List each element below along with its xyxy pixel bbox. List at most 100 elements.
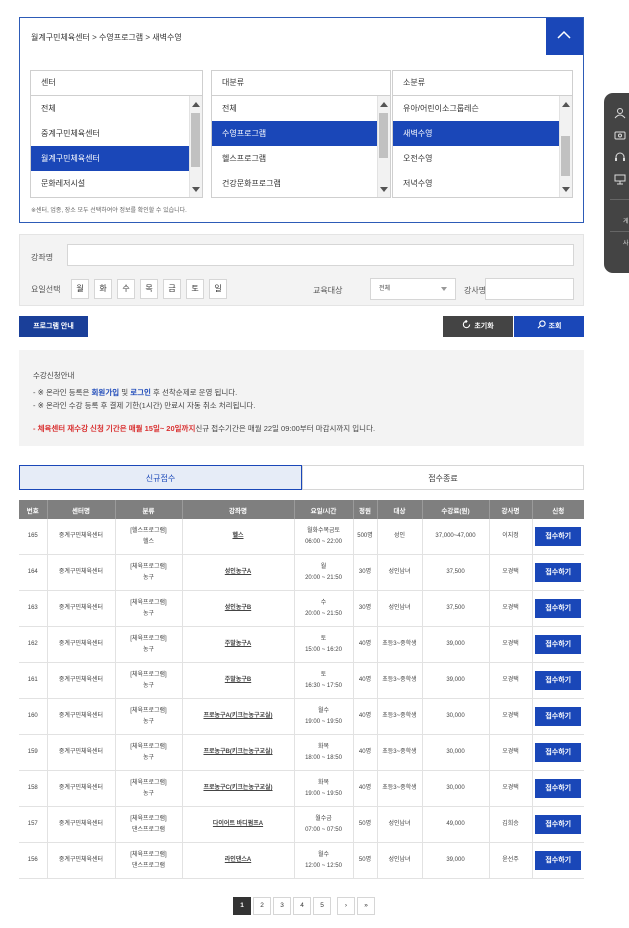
- course-name-input[interactable]: [67, 244, 574, 266]
- cell-schedule: 화목 19:00 ~ 19:50: [294, 770, 354, 807]
- scroll-up-icon[interactable]: [380, 102, 388, 107]
- course-name-link[interactable]: 프로농구B(키크는농구교실): [182, 734, 295, 771]
- day-sat-button[interactable]: 토: [186, 279, 204, 299]
- scrollbar[interactable]: [559, 96, 572, 197]
- apply-button[interactable]: 접수하기: [535, 635, 582, 654]
- cell-teacher: 윤선주: [489, 842, 533, 879]
- course-name-label: 강좌명: [31, 253, 54, 262]
- divider: [610, 199, 629, 200]
- page-4[interactable]: 4: [293, 897, 311, 915]
- cell-teacher: 오경택: [489, 554, 533, 591]
- scroll-up-icon[interactable]: [562, 102, 570, 107]
- apply-button[interactable]: 접수하기: [535, 671, 582, 690]
- apply-button[interactable]: 접수하기: [535, 527, 582, 546]
- list-item[interactable]: 전체: [31, 96, 190, 121]
- apply-button[interactable]: 접수하기: [535, 707, 582, 726]
- list-item-selected[interactable]: 월계구민체육센터: [31, 146, 190, 171]
- apply-button[interactable]: 접수하기: [535, 779, 582, 798]
- course-name-link[interactable]: 주말농구B: [182, 662, 295, 699]
- cell-teacher: 오경택: [489, 590, 533, 627]
- list-item-selected[interactable]: 수영프로그램: [212, 121, 378, 146]
- column-header: 센터명: [47, 500, 116, 519]
- cell-capacity: 40명: [353, 770, 378, 807]
- cell-capacity: 40명: [353, 734, 378, 771]
- list-item[interactable]: 헬스프로그램: [212, 146, 378, 171]
- target-select[interactable]: 전체: [370, 278, 456, 300]
- signup-link[interactable]: 회원가입: [92, 388, 120, 397]
- scroll-thumb[interactable]: [561, 136, 570, 176]
- apply-button[interactable]: 접수하기: [535, 743, 582, 762]
- cell-target: 성인남녀: [377, 806, 423, 843]
- cell-no: 163: [19, 590, 48, 627]
- cell-schedule: 화목 18:00 ~ 18:50: [294, 734, 354, 771]
- course-name-link[interactable]: 헬스: [182, 519, 295, 555]
- scrollbar[interactable]: [377, 96, 390, 197]
- tab-new-registration[interactable]: 신규접수: [19, 465, 302, 490]
- search-button[interactable]: 조회: [514, 316, 584, 337]
- day-sun-button[interactable]: 일: [209, 279, 227, 299]
- collapse-button[interactable]: [546, 18, 583, 55]
- scroll-down-icon[interactable]: [380, 187, 388, 192]
- cell-no: 160: [19, 698, 48, 735]
- list-item[interactable]: 건강문화프로그램: [212, 171, 378, 196]
- list-item[interactable]: 중계구민체육센터: [31, 121, 190, 146]
- apply-button[interactable]: 접수하기: [535, 599, 582, 618]
- cell-teacher: 김희승: [489, 806, 533, 843]
- headset-icon[interactable]: [614, 151, 626, 163]
- cell-no: 165: [19, 519, 48, 555]
- day-tue-button[interactable]: 화: [94, 279, 112, 299]
- page-3[interactable]: 3: [273, 897, 291, 915]
- apply-button[interactable]: 접수하기: [535, 851, 582, 870]
- phone-icon[interactable]: [614, 129, 626, 141]
- scroll-up-icon[interactable]: [192, 102, 200, 107]
- tab-registration-closed[interactable]: 접수종료: [302, 465, 584, 490]
- list-item-selected[interactable]: 새벽수영: [393, 121, 560, 146]
- page-2[interactable]: 2: [253, 897, 271, 915]
- page-5[interactable]: 5: [313, 897, 331, 915]
- course-name-link[interactable]: 라인댄스A: [182, 842, 295, 879]
- list-item[interactable]: 저녁수영: [393, 171, 560, 196]
- scroll-thumb[interactable]: [379, 113, 388, 158]
- list-item[interactable]: 오전수영: [393, 146, 560, 171]
- login-link[interactable]: 로그인: [130, 388, 151, 397]
- program-guide-button[interactable]: 프로그램 안내: [19, 316, 88, 337]
- course-name-link[interactable]: 다이어트 바디펌프A: [182, 806, 295, 843]
- cell-target: 성인: [377, 519, 423, 555]
- reset-button[interactable]: 초기화: [443, 316, 513, 337]
- scrollbar[interactable]: [189, 96, 202, 197]
- table-row: 157 중계구민체육센터 [체육프로그램] 댄스프로그램 다이어트 바디펌프A 월수금 07…: [19, 806, 584, 843]
- user-icon[interactable]: [614, 107, 626, 119]
- scroll-down-icon[interactable]: [562, 187, 570, 192]
- scroll-thumb[interactable]: [191, 113, 200, 167]
- day-mon-button[interactable]: 월: [71, 279, 89, 299]
- quick-menu-text[interactable]: 사: [623, 238, 629, 247]
- cell-apply: 접수하기: [532, 770, 584, 807]
- cell-fee: 39,000: [422, 842, 490, 879]
- list-item[interactable]: 문화레저시설: [31, 171, 190, 196]
- day-fri-button[interactable]: 금: [163, 279, 181, 299]
- day-thu-button[interactable]: 목: [140, 279, 158, 299]
- quick-menu-text[interactable]: 게: [623, 216, 629, 225]
- apply-button[interactable]: 접수하기: [535, 563, 582, 582]
- table-header-row: 번호 센터명 분류 강좌명 요일/시간 정원 대상 수강료(원) 강사명 신청: [19, 500, 584, 519]
- column-header: 요일/시간: [294, 500, 354, 519]
- day-wed-button[interactable]: 수: [117, 279, 135, 299]
- page-1[interactable]: 1: [233, 897, 251, 915]
- apply-button[interactable]: 접수하기: [535, 815, 582, 834]
- column-header: 강좌명: [182, 500, 295, 519]
- course-name-link[interactable]: 주말농구A: [182, 626, 295, 663]
- course-name-link[interactable]: 성인농구B: [182, 590, 295, 627]
- cell-category: [체육프로그램] 농구: [115, 770, 183, 807]
- teacher-input[interactable]: [485, 278, 574, 300]
- course-name-link[interactable]: 프로농구C(키크는농구교실): [182, 770, 295, 807]
- last-page-button[interactable]: »: [357, 897, 375, 915]
- scroll-down-icon[interactable]: [192, 187, 200, 192]
- course-name-link[interactable]: 성인농구A: [182, 554, 295, 591]
- cell-center: 중계구민체육센터: [47, 554, 116, 591]
- monitor-icon[interactable]: [614, 173, 626, 185]
- next-page-button[interactable]: ›: [337, 897, 355, 915]
- list-item[interactable]: 유아/어린이소그룹레슨: [393, 96, 560, 121]
- course-name-link[interactable]: 프로농구A(키크는농구교실): [182, 698, 295, 735]
- cell-fee: 37,000~47,000: [422, 519, 490, 555]
- list-item[interactable]: 전체: [212, 96, 378, 121]
